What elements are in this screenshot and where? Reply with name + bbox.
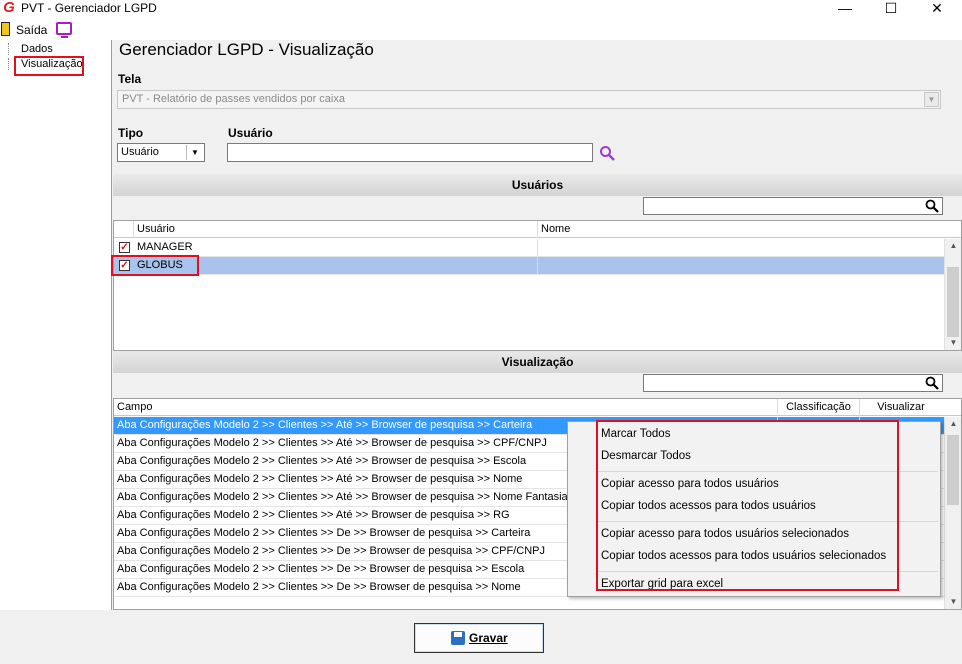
save-button[interactable]: Gravar — [414, 623, 544, 653]
usuario-input[interactable] — [227, 143, 593, 162]
column-header-campo[interactable]: Campo — [114, 399, 778, 416]
visualizacao-scrollbar[interactable]: ▲ ▼ — [944, 417, 961, 609]
page-title: Gerenciador LGPD - Visualização — [119, 40, 374, 59]
tipo-label: Tipo — [118, 126, 144, 140]
navigation-tree — [0, 40, 112, 610]
chevron-down-icon[interactable]: ▼ — [924, 92, 939, 107]
chevron-down-icon[interactable]: ▼ — [186, 145, 203, 160]
usuario-label: Usuário — [228, 126, 273, 140]
highlight-box-globus — [111, 255, 199, 276]
name-cell — [538, 239, 942, 256]
visualizacao-section-header: Visualização — [113, 351, 962, 373]
minimize-button[interactable]: — — [822, 0, 868, 18]
row-checkbox[interactable]: ✓ — [119, 242, 130, 253]
tree-item-dados[interactable]: Dados — [8, 43, 53, 55]
chevron-down-icon[interactable]: ▼ — [945, 595, 962, 609]
save-button-label: Gravar — [469, 631, 508, 645]
highlight-box-context-menu — [596, 420, 899, 591]
search-icon[interactable] — [925, 199, 939, 213]
column-header-visualizar[interactable]: Visualizar — [860, 399, 942, 416]
close-button[interactable]: ✕ — [914, 0, 960, 18]
visualizacao-grid-header: Campo Classificação Visualizar — [114, 399, 961, 416]
scroll-thumb[interactable] — [947, 267, 959, 337]
users-filter-input[interactable] — [643, 197, 943, 215]
search-icon[interactable] — [599, 145, 615, 161]
column-header-usuario[interactable]: Usuário — [134, 221, 538, 238]
highlight-box-tree — [14, 56, 84, 76]
chevron-up-icon[interactable]: ▲ — [945, 239, 962, 253]
maximize-button[interactable]: ☐ — [868, 0, 914, 18]
app-logo-icon: G — [3, 0, 15, 16]
tela-select[interactable]: PVT - Relatório de passes vendidos por c… — [117, 90, 941, 109]
users-grid: Usuário Nome ✓ MANAGER ✓ GLOBUS ▲ ▼ — [113, 220, 962, 351]
user-cell: MANAGER — [134, 239, 538, 256]
chevron-down-icon[interactable]: ▼ — [945, 336, 962, 350]
chevron-up-icon[interactable]: ▲ — [945, 417, 962, 431]
exit-menu-item[interactable]: Saída — [16, 23, 47, 37]
door-exit-icon[interactable] — [1, 22, 10, 36]
visualizacao-filter-input[interactable] — [643, 374, 943, 392]
checkbox-column-header — [114, 221, 134, 238]
column-header-classificacao[interactable]: Classificação — [778, 399, 860, 416]
search-icon[interactable] — [925, 376, 939, 390]
menu-bar — [0, 18, 962, 40]
save-icon — [451, 631, 465, 645]
window-title: PVT - Gerenciador LGPD — [21, 1, 157, 15]
table-row[interactable]: ✓ GLOBUS — [114, 257, 944, 275]
name-cell — [538, 257, 942, 274]
users-section-header: Usuários — [113, 174, 962, 196]
users-grid-header: Usuário Nome — [114, 221, 961, 238]
table-row[interactable]: ✓ MANAGER — [114, 239, 944, 257]
column-header-nome[interactable]: Nome — [538, 221, 942, 238]
tela-label: Tela — [118, 72, 142, 86]
users-scrollbar[interactable]: ▲ ▼ — [944, 239, 961, 350]
monitor-icon[interactable] — [56, 22, 72, 38]
scroll-thumb[interactable] — [947, 435, 959, 505]
